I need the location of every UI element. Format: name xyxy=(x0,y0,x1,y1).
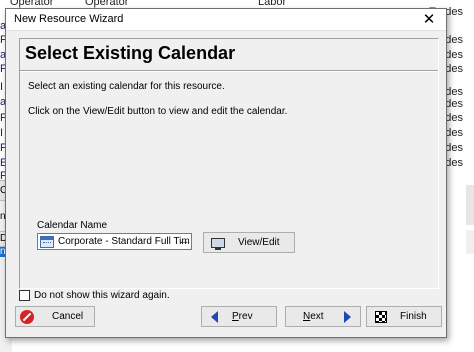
view-edit-label: View/Edit xyxy=(238,237,280,248)
dont-show-label: Do not show this wizard again. xyxy=(34,290,170,301)
finish-button[interactable]: Finish xyxy=(366,306,442,327)
prev-label: Prev xyxy=(232,311,253,322)
bg-right-strip xyxy=(466,185,474,225)
calendar-name-value: Corporate - Standard Full Tim xyxy=(58,236,190,247)
close-button[interactable]: ✕ xyxy=(418,10,440,30)
close-icon: ✕ xyxy=(422,11,436,28)
finish-label: Finish xyxy=(400,311,427,322)
page-title: Select Existing Calendar xyxy=(25,43,236,63)
cancel-button[interactable]: Cancel xyxy=(15,306,95,327)
arrow-left-icon xyxy=(211,311,218,323)
cancel-label: Cancel xyxy=(52,311,84,322)
calendar-browse-button[interactable]: ... xyxy=(178,235,190,248)
title-divider xyxy=(20,70,438,72)
next-label: Next xyxy=(303,311,324,322)
calendar-name-label: Calendar Name xyxy=(37,220,108,231)
bg-right-strip xyxy=(466,230,474,254)
next-button[interactable]: Next xyxy=(285,306,361,327)
checkered-flag-icon xyxy=(375,311,387,323)
cancel-icon xyxy=(20,310,34,324)
dont-show-checkbox[interactable] xyxy=(19,290,30,301)
prev-button[interactable]: Prev xyxy=(201,306,277,327)
instruction-text: Select an existing calendar for this res… xyxy=(28,81,225,92)
dialog-titlebar[interactable]: New Resource Wizard ✕ xyxy=(6,9,446,31)
wizard-page-panel: Select Existing Calendar Select an exist… xyxy=(19,38,439,289)
calendar-name-field[interactable]: Corporate - Standard Full Tim ... xyxy=(37,233,192,250)
calendar-icon xyxy=(40,236,54,248)
dialog-title: New Resource Wizard xyxy=(14,13,124,25)
arrow-right-icon xyxy=(344,311,351,323)
new-resource-wizard-dialog: New Resource Wizard ✕ Select Existing Ca… xyxy=(5,8,447,338)
monitor-icon xyxy=(211,238,225,250)
view-edit-button[interactable]: View/Edit xyxy=(203,232,295,253)
instruction-text: Click on the View/Edit button to view an… xyxy=(28,106,288,117)
